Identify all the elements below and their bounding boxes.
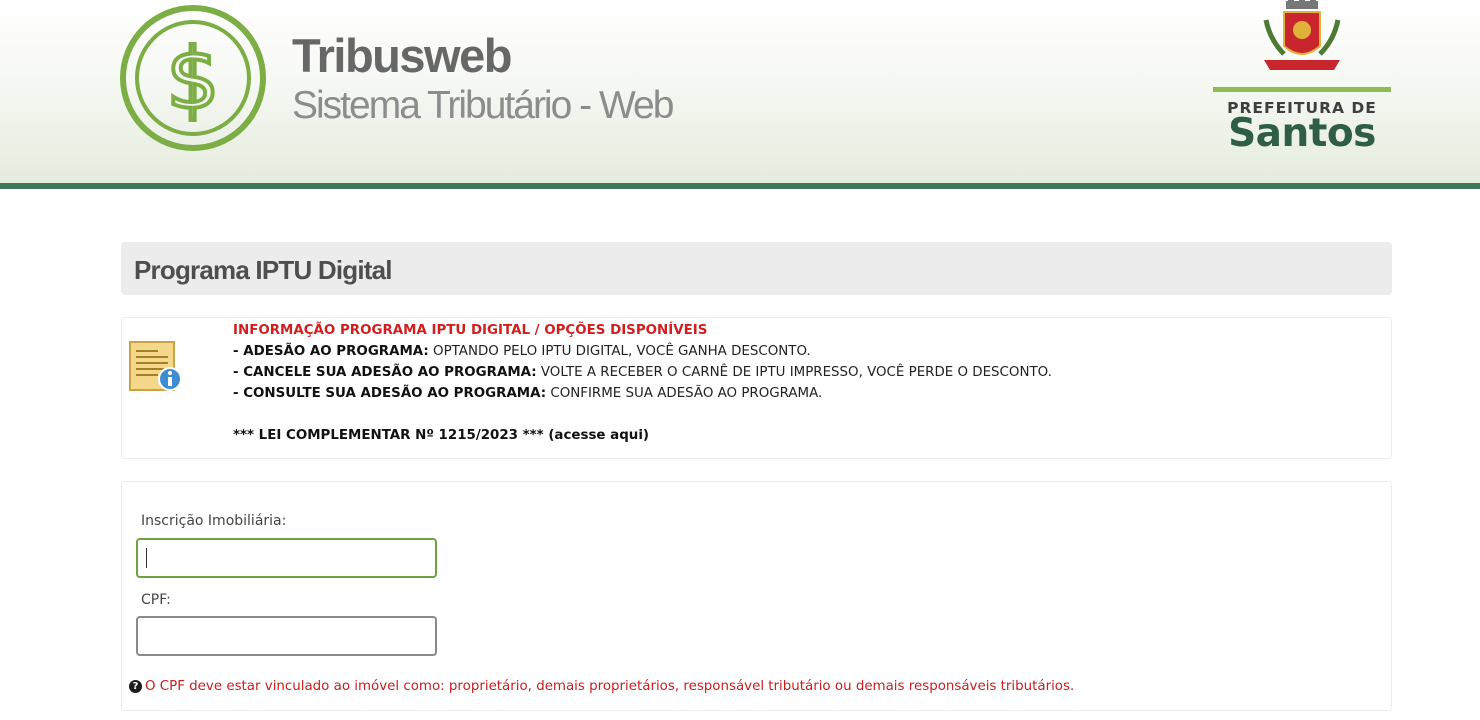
info-item: - CONSULTE SUA ADESÃO AO PROGRAMA: CONFI… xyxy=(233,383,1052,404)
info-item-label: - CANCELE SUA ADESÃO AO PROGRAMA: xyxy=(233,365,537,380)
info-item-text: CONFIRME SUA ADESÃO AO PROGRAMA. xyxy=(546,386,823,401)
text-caret xyxy=(146,548,147,568)
site-header: $ Tribusweb Sistema Tributário - Web PRE… xyxy=(0,0,1480,183)
city-name: Santos xyxy=(1228,111,1376,156)
page-title-panel: Programa IPTU Digital xyxy=(121,242,1392,295)
info-panel: INFORMAÇÃO PROGRAMA IPTU DIGITAL / OPÇÕE… xyxy=(121,317,1392,459)
page-title: Programa IPTU Digital xyxy=(134,255,393,285)
city-crest-icon xyxy=(1263,0,1341,70)
info-item-text: VOLTE A RECEBER O CARNÊ DE IPTU IMPRESSO… xyxy=(536,365,1052,380)
info-item: - ADESÃO AO PROGRAMA: OPTANDO PELO IPTU … xyxy=(233,341,1052,362)
info-text: INFORMAÇÃO PROGRAMA IPTU DIGITAL / OPÇÕE… xyxy=(233,320,1052,446)
prefeitura-divider xyxy=(1213,87,1391,92)
brand-subtitle: Sistema Tributário - Web xyxy=(292,84,674,127)
inscricao-label: Inscrição Imobiliária: xyxy=(141,513,287,529)
info-item-label: - ADESÃO AO PROGRAMA: xyxy=(233,344,429,359)
svg-text:$: $ xyxy=(166,30,219,128)
dollar-coin-icon: $ xyxy=(120,5,266,151)
cpf-label: CPF: xyxy=(141,592,171,608)
question-circle-icon: ? xyxy=(129,680,142,693)
cpf-notice: ? O CPF deve estar vinculado ao imóvel c… xyxy=(129,679,1074,694)
info-item-label: - CONSULTE SUA ADESÃO AO PROGRAMA: xyxy=(233,386,547,401)
cpf-input[interactable] xyxy=(136,616,437,656)
document-info-icon xyxy=(129,341,182,391)
form-panel: Inscrição Imobiliária: CPF: ? O CPF deve… xyxy=(121,481,1392,711)
header-divider-bar xyxy=(0,183,1480,189)
law-link[interactable]: *** LEI COMPLEMENTAR Nº 1215/2023 *** (a… xyxy=(233,425,1052,446)
cpf-notice-text: O CPF deve estar vinculado ao imóvel com… xyxy=(145,679,1075,694)
info-headline: INFORMAÇÃO PROGRAMA IPTU DIGITAL / OPÇÕE… xyxy=(233,323,708,338)
info-item: - CANCELE SUA ADESÃO AO PROGRAMA: VOLTE … xyxy=(233,362,1052,383)
inscricao-input[interactable] xyxy=(136,538,437,578)
info-item-text: OPTANDO PELO IPTU DIGITAL, VOCÊ GANHA DE… xyxy=(428,344,811,359)
brand-title: Tribusweb xyxy=(292,29,512,82)
